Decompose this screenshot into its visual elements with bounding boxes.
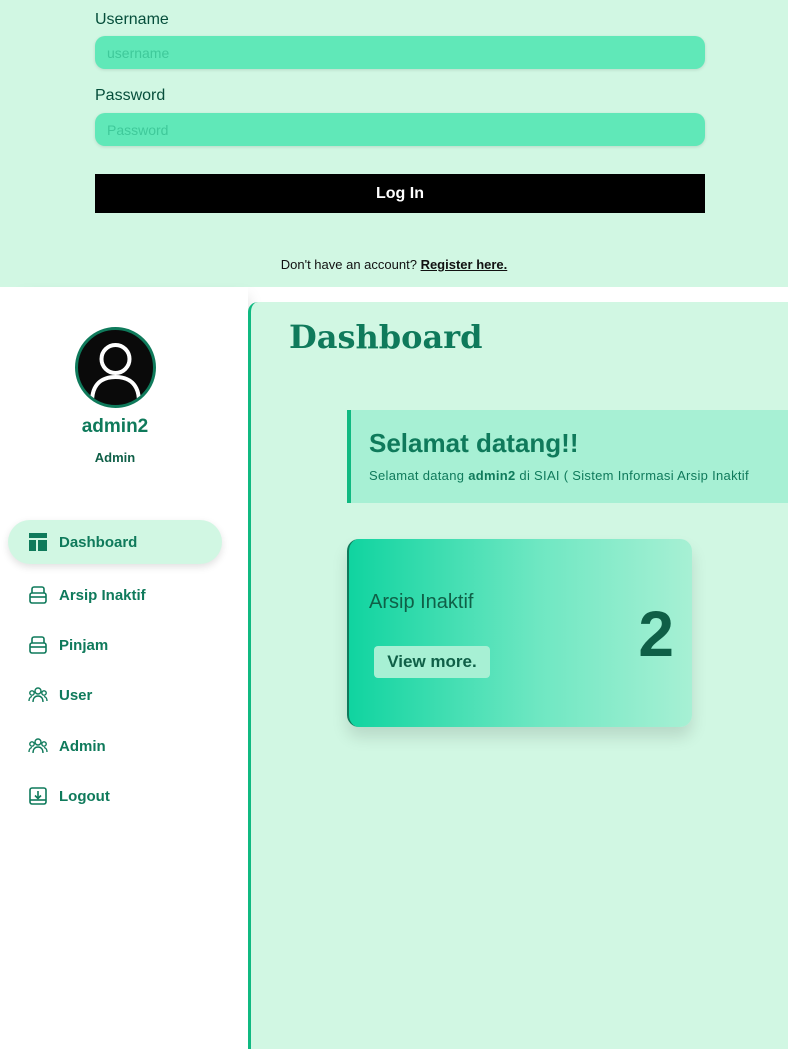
- login-form: Username Password Log In Don't have an a…: [0, 0, 788, 287]
- view-more-button[interactable]: View more.: [374, 646, 490, 678]
- main-content: Dashboard Selamat datang!! Selamat datan…: [248, 302, 788, 1049]
- sidebar-role: Admin: [94, 450, 136, 465]
- welcome-suffix: di SIAI ( Sistem Informasi Arsip Inaktif: [515, 468, 749, 483]
- page-title: Dashboard: [289, 318, 483, 356]
- welcome-prefix: Selamat datang: [369, 468, 469, 483]
- password-label: Password: [95, 87, 166, 104]
- welcome-banner: Selamat datang!! Selamat datang admin2 d…: [347, 410, 788, 503]
- sidebar-item-label: User: [59, 686, 93, 704]
- register-link[interactable]: Register here.: [421, 257, 508, 272]
- users-icon: [28, 736, 48, 756]
- username-input[interactable]: [95, 36, 705, 69]
- username-label: Username: [95, 11, 169, 28]
- avatar: [75, 327, 156, 408]
- sidebar-item-dashboard[interactable]: Dashboard: [8, 520, 222, 564]
- logout-icon: [28, 786, 48, 806]
- login-button[interactable]: Log In: [95, 174, 705, 213]
- register-prompt: Don't have an account? Register here.: [0, 257, 788, 272]
- sidebar-item-label: Logout: [59, 787, 110, 805]
- users-icon: [28, 685, 48, 705]
- sidebar: admin2 Admin Dashboard Arsip Inaktif Pin…: [0, 287, 248, 1049]
- sidebar-item-label: Admin: [59, 737, 106, 755]
- card-count: 2: [638, 598, 674, 670]
- arsip-inaktif-card: Arsip Inaktif 2 View more.: [347, 539, 692, 727]
- welcome-username: admin2: [468, 468, 516, 483]
- password-input[interactable]: [95, 113, 705, 146]
- sidebar-item-label: Pinjam: [59, 636, 109, 654]
- sidebar-item-user[interactable]: User: [8, 673, 222, 717]
- sidebar-item-label: Arsip Inaktif: [59, 586, 146, 604]
- sidebar-item-admin[interactable]: Admin: [8, 724, 222, 768]
- welcome-heading: Selamat datang!!: [369, 428, 579, 458]
- sidebar-username: admin2: [81, 416, 149, 437]
- archive-icon: [28, 585, 48, 605]
- sidebar-item-logout[interactable]: Logout: [8, 774, 222, 818]
- card-title: Arsip Inaktif: [369, 591, 474, 613]
- welcome-message: Selamat datang admin2 di SIAI ( Sistem I…: [369, 468, 749, 483]
- sidebar-item-pinjam[interactable]: Pinjam: [8, 623, 222, 667]
- archive-icon: [28, 635, 48, 655]
- sidebar-item-arsip-inaktif[interactable]: Arsip Inaktif: [8, 573, 222, 617]
- user-avatar-icon: [90, 343, 141, 403]
- sidebar-item-label: Dashboard: [59, 533, 138, 551]
- register-prompt-text: Don't have an account?: [280, 257, 417, 272]
- dashboard-icon: [28, 532, 48, 552]
